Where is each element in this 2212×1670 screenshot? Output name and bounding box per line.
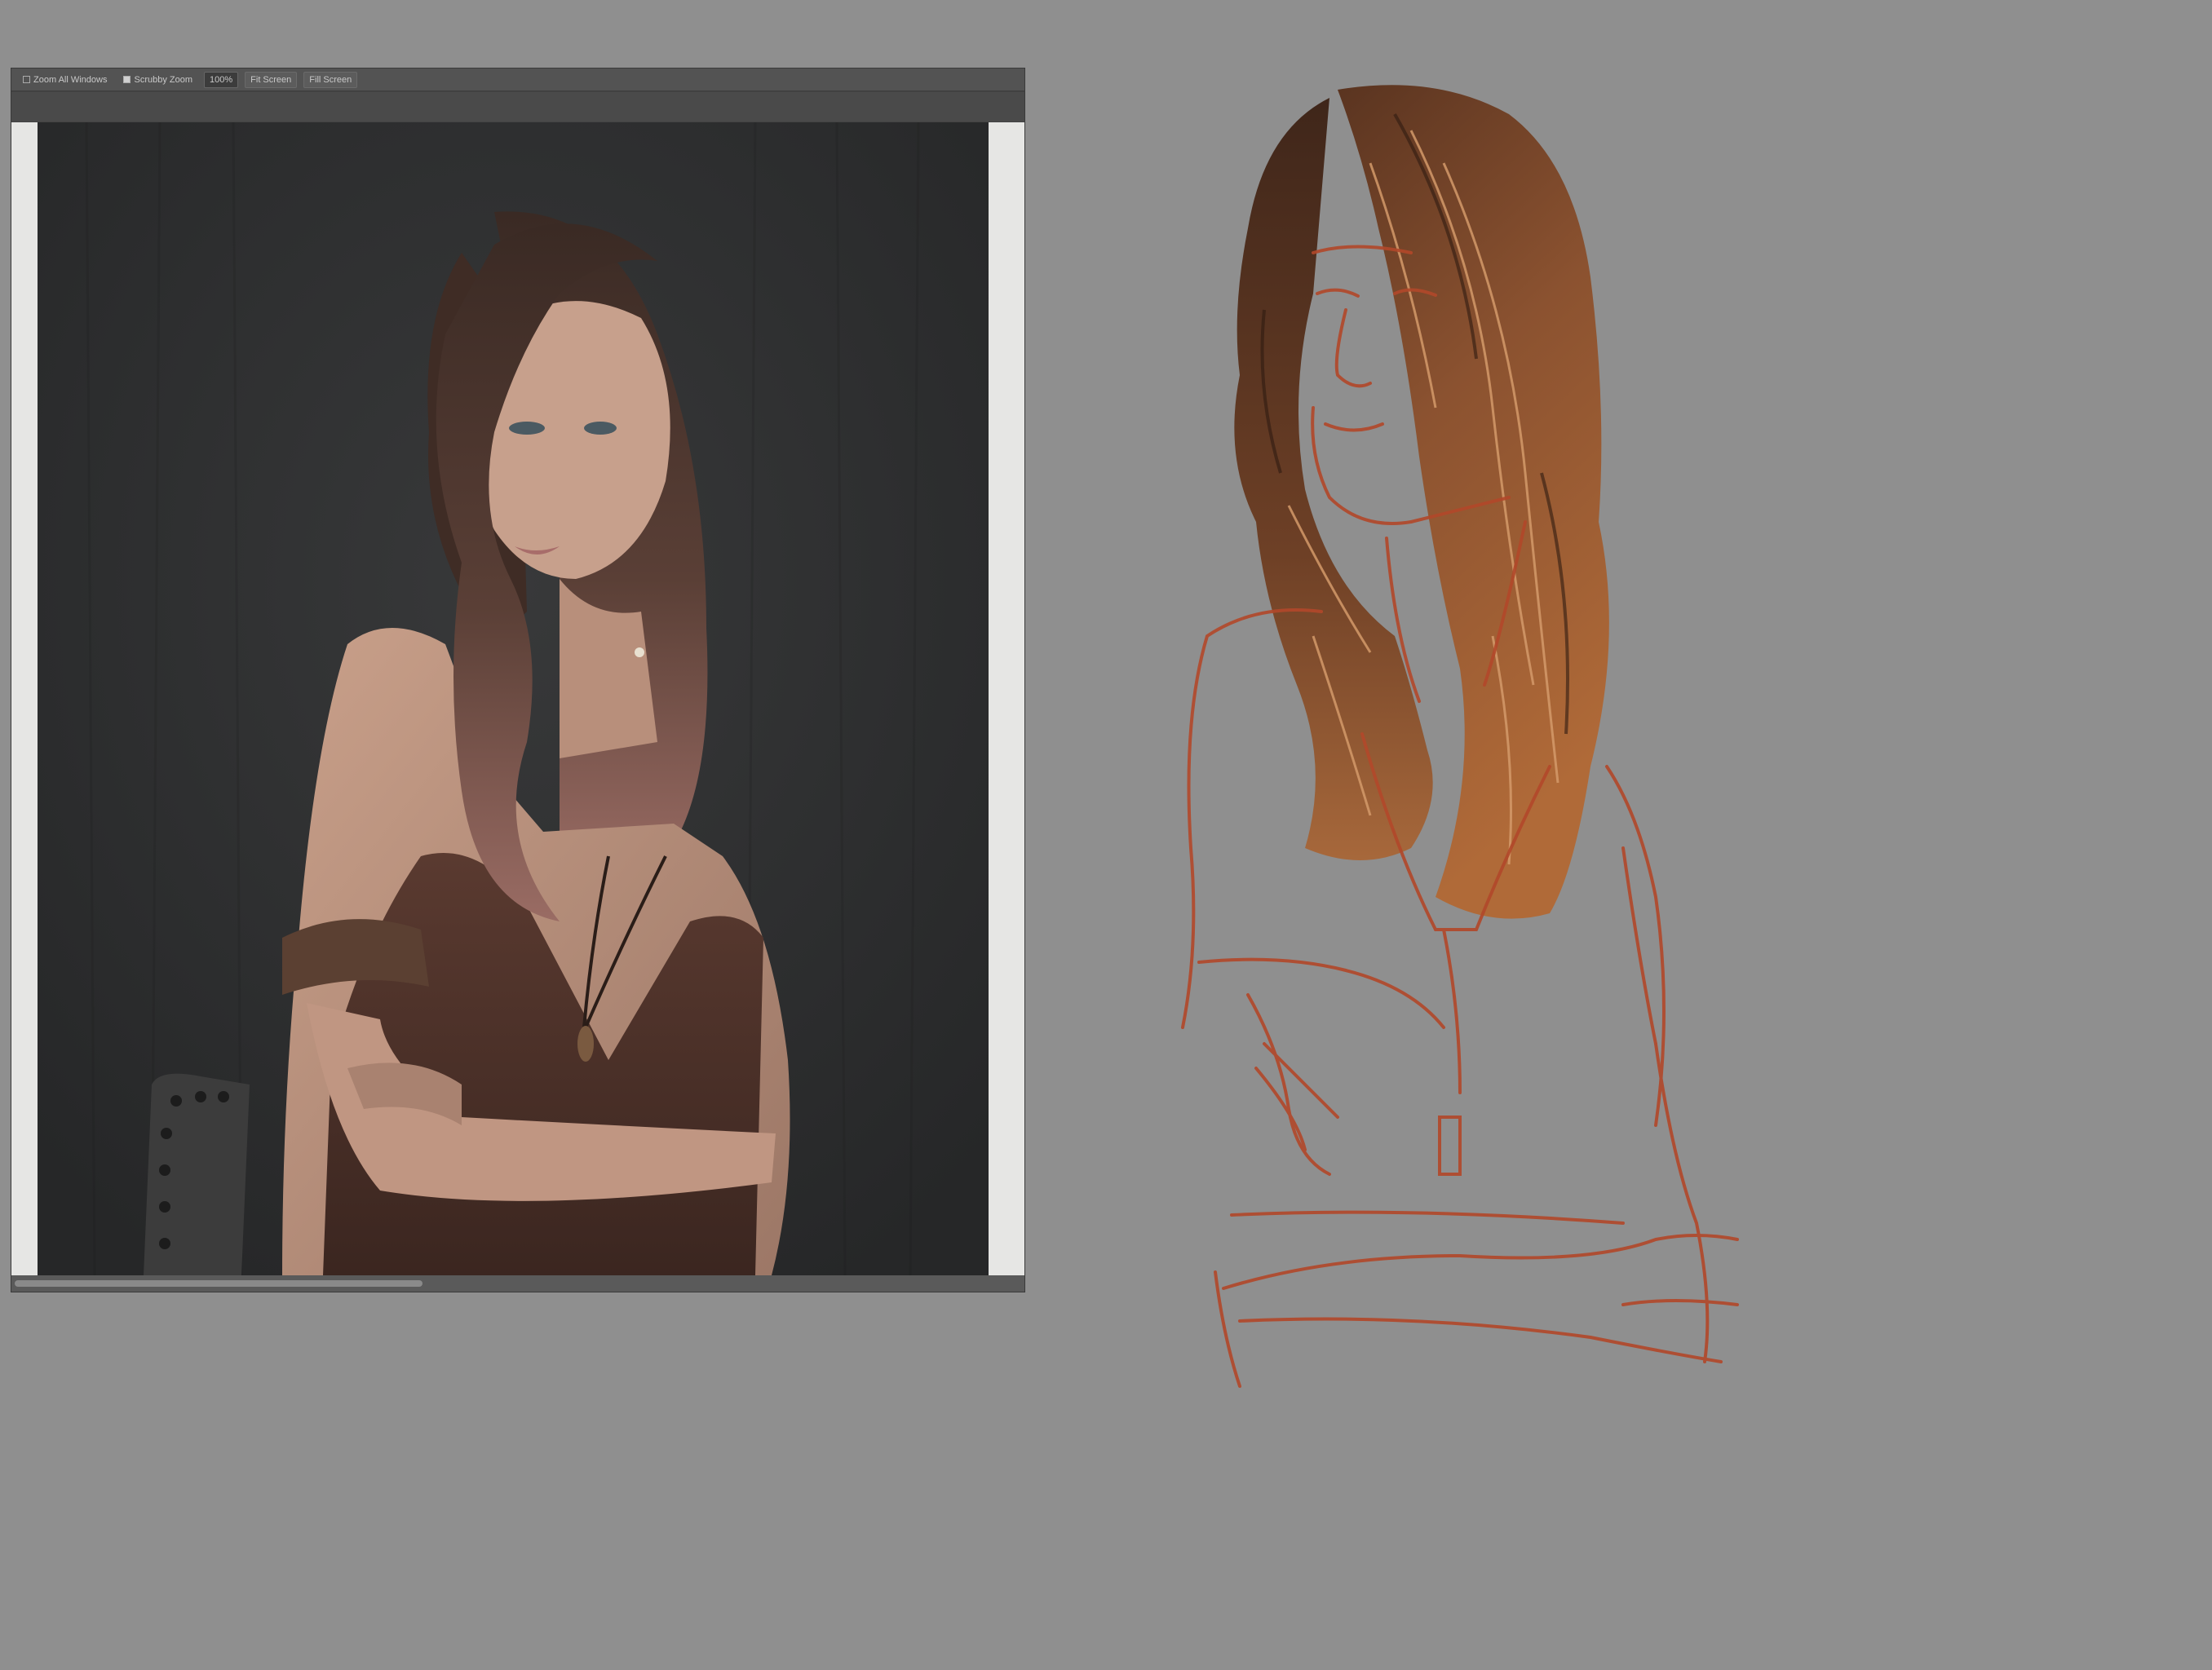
- reference-photo: [38, 122, 989, 1275]
- zoom-all-windows-checkbox[interactable]: [23, 76, 30, 83]
- painting-canvas[interactable]: Zoom All Windows Scrubby Zoom 100% Fit S…: [0, 0, 2212, 1670]
- canvas-gutter-left: [11, 122, 38, 1275]
- reference-window: Zoom All Windows Scrubby Zoom 100% Fit S…: [11, 68, 1024, 1292]
- horizontal-scrollbar[interactable]: [11, 1275, 1024, 1292]
- canvas-gutter-right: [989, 122, 1024, 1275]
- scrubby-zoom-option[interactable]: Scrubby Zoom: [118, 72, 197, 88]
- scrollbar-thumb[interactable]: [15, 1280, 422, 1287]
- zoom-options-bar: Zoom All Windows Scrubby Zoom 100% Fit S…: [11, 68, 1024, 91]
- zoom-all-windows-label: Zoom All Windows: [33, 74, 108, 85]
- reference-photo-image: [38, 122, 989, 1275]
- portrait-sketch-drawing: [1181, 85, 1739, 1388]
- document-tab-strip: [11, 92, 1024, 121]
- zoom-100-button[interactable]: 100%: [204, 71, 239, 88]
- fit-screen-button[interactable]: Fit Screen: [245, 71, 298, 88]
- chair-back: [144, 1073, 250, 1275]
- fill-screen-button[interactable]: Fill Screen: [303, 71, 358, 88]
- scrubby-zoom-checkbox[interactable]: [123, 76, 131, 83]
- zoom-all-windows-option[interactable]: Zoom All Windows: [18, 72, 112, 88]
- portrait-sketch: [1166, 65, 1966, 1411]
- scrubby-zoom-label: Scrubby Zoom: [134, 74, 193, 85]
